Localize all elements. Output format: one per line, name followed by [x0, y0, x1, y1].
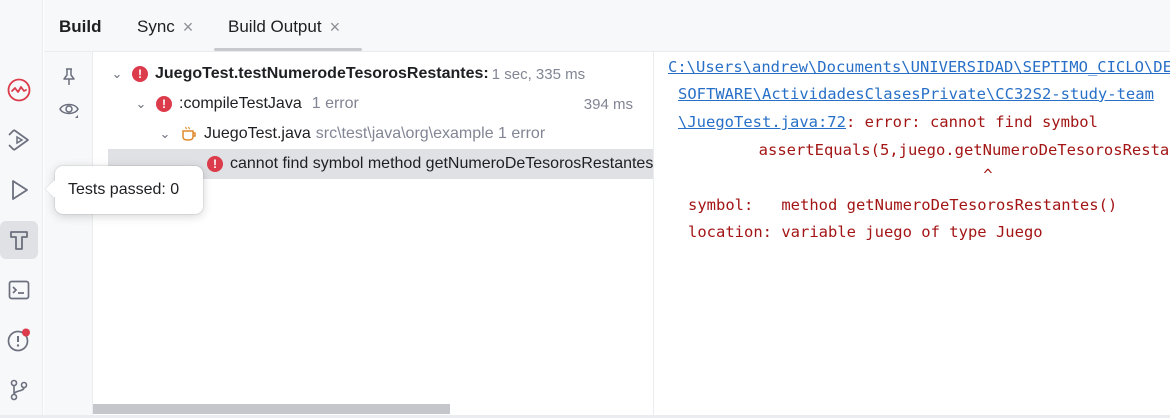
tab-sync-label: Sync	[137, 17, 175, 36]
debug-icon[interactable]	[0, 121, 38, 159]
chevron-down-icon[interactable]: ⌄	[158, 126, 172, 142]
location-line: location: variable juego of type Juego	[688, 223, 1043, 241]
tool-window-title: Build	[59, 17, 102, 36]
error-icon: !	[207, 156, 223, 172]
error-count: 1 error	[311, 95, 359, 112]
close-icon[interactable]: ×	[183, 18, 194, 36]
terminal-icon[interactable]	[0, 271, 38, 309]
active-tab-indicator	[214, 48, 362, 51]
code-line: assertEquals(5,juego.getNumeroDeTesorosR…	[758, 141, 1170, 159]
error-icon: !	[132, 66, 148, 82]
file-path: src\test\java\org\example 1 error	[315, 125, 546, 142]
task-name: JuegoTest.testNumerodeTesorosRestantes:	[155, 65, 489, 82]
file-link-part2[interactable]: SOFTWARE\ActividadesClasesPrivate\CC32S2…	[678, 85, 1154, 103]
close-icon[interactable]: ×	[330, 18, 341, 36]
tool-window-strip	[0, 0, 43, 418]
task-name: :compileTestJava	[179, 95, 302, 112]
task-duration: 1 sec, 335 ms	[491, 65, 586, 83]
build-tree: ⌄ ! JuegoTest.testNumerodeTesorosRestant…	[93, 52, 653, 418]
task-duration: 394 ms	[583, 95, 633, 113]
caret-line: ^	[722, 166, 993, 184]
pin-icon[interactable]	[58, 66, 80, 88]
horizontal-scrollbar[interactable]	[93, 404, 450, 414]
tests-passed-tooltip: Tests passed: 0	[55, 166, 203, 214]
tab-sync[interactable]: Sync ×	[137, 17, 193, 37]
tooltip-text: Tests passed: 0	[68, 181, 180, 198]
error-icon: !	[156, 96, 172, 112]
chevron-down-icon[interactable]: ⌄	[134, 96, 148, 112]
tab-build-output[interactable]: Build Output ×	[228, 17, 340, 37]
tree-toolbar	[44, 52, 93, 418]
symbol-line: symbol: method getNumeroDeTesorosRestant…	[688, 196, 1118, 214]
git-icon[interactable]	[0, 371, 38, 409]
sync-status-icon[interactable]	[0, 71, 38, 109]
file-link-part1[interactable]: C:\Users\andrew\Documents\UNIVERSIDAD\SE…	[668, 58, 1170, 76]
build-output-console: C:\Users\andrew\Documents\UNIVERSIDAD\SE…	[654, 52, 1170, 418]
tab-build-output-label: Build Output	[228, 17, 322, 36]
tree-row[interactable]: ⌄ ! JuegoTest.testNumerodeTesorosRestant…	[93, 59, 653, 89]
tree-row[interactable]: ⌄ ! :compileTestJava 1 error 394 ms	[93, 89, 653, 119]
problems-icon[interactable]	[0, 321, 38, 359]
chevron-down-icon[interactable]: ⌄	[110, 66, 124, 82]
file-link-part3[interactable]: \JuegoTest.java:72	[678, 113, 846, 131]
build-tab-bar: Build Sync × Build Output ×	[44, 0, 1170, 52]
eye-icon[interactable]	[58, 98, 80, 120]
tree-row[interactable]: ⌄ JuegoTest.java src\test\java\org\examp…	[93, 119, 653, 149]
file-name: JuegoTest.java	[204, 125, 311, 142]
error-text: : error: cannot find symbol	[845, 113, 1098, 131]
run-icon[interactable]	[0, 171, 38, 209]
java-file-icon	[182, 126, 196, 141]
build-hammer-icon[interactable]	[0, 221, 38, 259]
error-message: cannot find symbol method getNumeroDeTes…	[230, 155, 653, 172]
